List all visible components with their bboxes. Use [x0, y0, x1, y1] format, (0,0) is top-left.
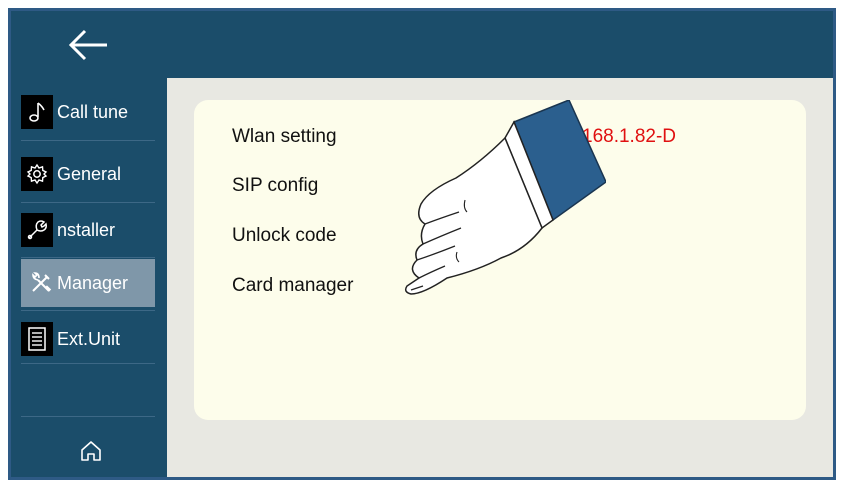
menu-item-card-manager[interactable]: Card manager — [232, 275, 353, 297]
gear-icon — [21, 157, 53, 191]
sidebar: Call tune General nstaller Manager Ext.U… — [11, 78, 167, 477]
divider — [21, 140, 155, 141]
menu-item-unlock-code[interactable]: Unlock code — [232, 225, 337, 247]
main-panel: Wlan setting SIP config Unlock code Card… — [167, 78, 833, 477]
music-note-icon — [21, 95, 53, 129]
sidebar-item-label: Call tune — [57, 101, 129, 122]
back-arrow-icon[interactable] — [63, 27, 113, 63]
sidebar-item-installer[interactable]: nstaller — [21, 206, 155, 254]
sidebar-item-label: Ext.Unit — [57, 328, 121, 349]
divider — [21, 416, 155, 417]
menu-item-sip-config[interactable]: SIP config — [232, 175, 318, 197]
divider — [21, 257, 155, 258]
top-bar — [11, 11, 833, 78]
divider — [21, 202, 155, 203]
device-frame: Call tune General nstaller Manager Ext.U… — [8, 8, 836, 480]
sidebar-item-ext-unit[interactable]: Ext.Unit — [21, 315, 155, 363]
settings-card: Wlan setting SIP config Unlock code Card… — [194, 100, 806, 420]
sidebar-item-label: General — [57, 163, 122, 184]
menu-item-wlan-setting[interactable]: Wlan setting — [232, 126, 337, 148]
pointing-hand-icon — [404, 100, 606, 295]
sidebar-item-call-tune[interactable]: Call tune — [21, 88, 155, 136]
home-icon[interactable] — [77, 437, 105, 465]
wrench-icon — [21, 213, 53, 247]
sidebar-item-manager[interactable]: Manager — [21, 259, 155, 307]
sidebar-item-label: Manager — [57, 272, 129, 293]
sidebar-item-general[interactable]: General — [21, 150, 155, 198]
divider — [21, 363, 155, 364]
sidebar-item-label: nstaller — [57, 219, 116, 240]
divider — [21, 310, 155, 311]
tools-icon — [27, 266, 55, 300]
document-icon — [21, 322, 53, 356]
